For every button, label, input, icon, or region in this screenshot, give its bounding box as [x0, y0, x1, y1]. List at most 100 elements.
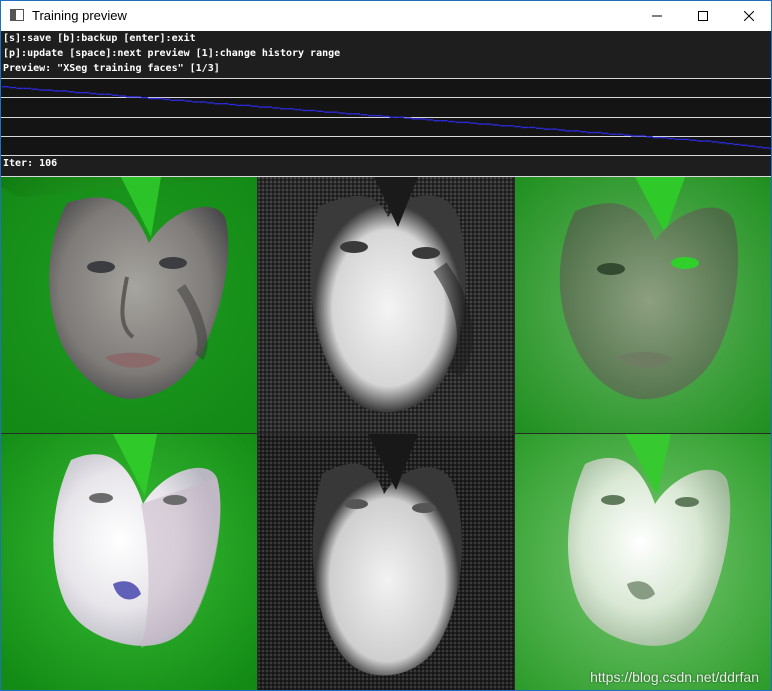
loss-point: [382, 115, 390, 118]
predicted-overlay-tile: [515, 177, 771, 433]
preview-grid: https://blog.csdn.net/ddrfan: [1, 177, 771, 690]
loss-point: [221, 102, 229, 105]
loss-point: [265, 106, 273, 108]
loss-point: [16, 87, 24, 90]
loss-point: [155, 97, 163, 100]
loss-point: [82, 91, 90, 94]
loss-point: [331, 111, 339, 113]
loss-point: [184, 100, 192, 102]
loss-point: [594, 131, 602, 134]
loss-point: [104, 93, 112, 96]
loss-point: [433, 119, 441, 122]
loss-point: [623, 134, 631, 136]
minimize-button[interactable]: [634, 1, 680, 31]
loss-point: [521, 126, 529, 129]
loss-point: [53, 90, 61, 92]
loss-point: [770, 148, 771, 150]
loss-point: [462, 121, 470, 124]
preview-name-line: Preview: "XSeg training faces" [1/3]: [3, 63, 220, 74]
maximize-icon: [698, 11, 708, 21]
loss-point: [667, 137, 675, 140]
loss-point: [704, 140, 712, 142]
loss-point: [674, 138, 682, 141]
predicted-mask-warped-tile: [258, 434, 514, 690]
title-bar[interactable]: Training preview: [1, 1, 771, 31]
loss-point: [309, 109, 317, 112]
loss-point: [214, 102, 222, 105]
loss-point: [89, 92, 97, 95]
loss-point: [345, 113, 353, 115]
watermark-text: https://blog.csdn.net/ddrfan: [590, 669, 759, 685]
loss-point: [470, 122, 478, 124]
loss-point: [140, 97, 148, 99]
loss-point: [418, 118, 426, 120]
help-keys-line-2: [p]:update [space]:next preview [1]:chan…: [3, 48, 341, 59]
loss-point: [579, 131, 587, 133]
loss-point: [543, 128, 551, 130]
training-face-masked-tile: [1, 177, 257, 433]
loss-point: [755, 146, 763, 148]
loss-point: [484, 123, 492, 125]
loss-point: [23, 87, 31, 90]
loss-point: [652, 136, 660, 139]
predicted-overlay-warped-tile: [515, 434, 771, 690]
loss-point: [258, 106, 265, 108]
loss-point: [353, 113, 361, 115]
loss-point: [404, 117, 412, 119]
loss-point: [492, 124, 500, 126]
loss-point: [645, 136, 653, 138]
loss-point: [440, 119, 448, 122]
loss-point: [682, 138, 690, 141]
window-app-icon: [10, 9, 24, 21]
iteration-bar: Iter: 106: [1, 156, 771, 177]
loss-point: [565, 130, 573, 132]
loss-point: [535, 127, 543, 130]
preview-content: [s]:save [b]:backup [enter]:exit [p]:upd…: [1, 31, 771, 690]
loss-point: [572, 130, 580, 132]
loss-point: [67, 91, 75, 93]
loss-history-graph: [1, 78, 771, 156]
loss-point: [170, 99, 178, 101]
loss-point: [762, 147, 770, 149]
loss-point: [448, 120, 456, 123]
loss-point: [389, 116, 397, 118]
loss-point: [279, 108, 287, 110]
loss-point: [748, 145, 756, 147]
training-preview-window: Training preview [s]:save [b]:backup [en…: [0, 0, 772, 691]
help-keys-line: [s]:save [b]:backup [enter]:exit: [3, 33, 196, 44]
loss-point: [616, 133, 624, 135]
loss-point: [396, 116, 404, 118]
loss-point: [477, 123, 485, 125]
loss-point: [601, 132, 609, 135]
loss-point: [272, 107, 280, 109]
loss-point: [9, 86, 17, 89]
loss-point: [206, 102, 214, 104]
loss-point: [426, 119, 434, 121]
maximize-button[interactable]: [680, 1, 726, 31]
loss-point: [199, 101, 207, 103]
loss-point: [133, 96, 141, 98]
loss-point: [287, 108, 295, 110]
loss-point: [126, 96, 134, 98]
loss-point: [726, 142, 734, 145]
loss-point: [162, 98, 170, 101]
loss-point: [609, 133, 617, 135]
loss-point: [733, 143, 741, 146]
loss-point: [111, 94, 119, 96]
loss-point: [250, 105, 258, 107]
loss-point: [236, 104, 244, 107]
minimize-icon: [652, 15, 662, 17]
loss-point: [294, 108, 302, 111]
loss-point: [587, 131, 595, 134]
loss-point: [557, 129, 565, 131]
loss-point: [638, 135, 646, 137]
loss-point: [718, 142, 726, 144]
loss-point: [192, 101, 200, 103]
loss-point: [323, 111, 331, 113]
loss-point: [45, 89, 53, 91]
close-button[interactable]: [726, 1, 771, 31]
loss-history-plot: [1, 78, 771, 156]
loss-point: [528, 126, 536, 129]
predicted-mask-tile: [258, 177, 514, 433]
loss-point: [631, 135, 639, 137]
